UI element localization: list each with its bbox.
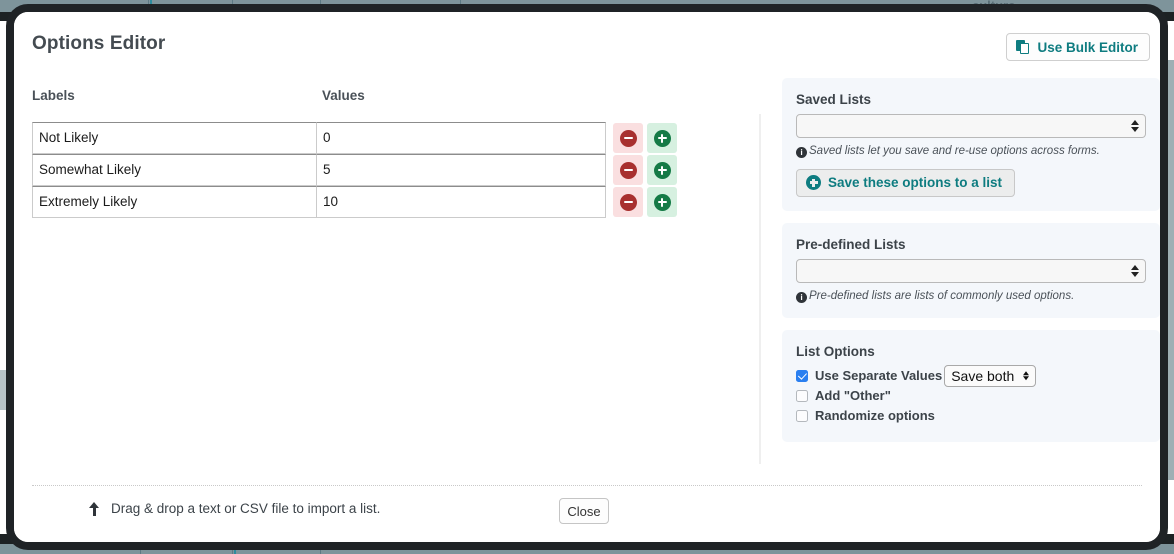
option-value-input[interactable]: 0 — [317, 122, 606, 154]
saved-lists-select[interactable] — [796, 114, 1146, 138]
minus-circle-icon — [619, 129, 637, 147]
save-options-to-list-button[interactable]: Save these options to a list — [796, 168, 1016, 197]
randomize-options-checkbox[interactable] — [796, 409, 808, 422]
use-bulk-editor-button[interactable]: Use Bulk Editor — [1006, 33, 1150, 61]
table-row: Extremely Likely 10 — [32, 186, 677, 218]
add-other-label: Add "Other" — [815, 388, 891, 404]
drag-drop-hint-text: Drag & drop a text or CSV file to import… — [111, 501, 381, 516]
plus-circle-icon — [653, 193, 671, 211]
upload-icon — [89, 501, 100, 516]
footer-divider — [32, 485, 1142, 486]
option-label-input[interactable]: Extremely Likely — [32, 186, 317, 218]
predefined-lists-help-text: Pre-defined lists are lists of commonly … — [809, 289, 1075, 302]
list-options-panel: List Options Use Separate Values Save bo… — [782, 330, 1160, 443]
list-item: Randomize options — [796, 406, 1146, 425]
list-item: Add "Other" — [796, 386, 1146, 405]
table-row: Somewhat Likely 5 — [32, 154, 677, 186]
copy-icon — [1016, 39, 1031, 55]
add-other-checkbox[interactable] — [796, 389, 808, 402]
vertical-divider — [759, 114, 761, 464]
add-option-button[interactable] — [647, 123, 677, 153]
saved-lists-select-wrap — [796, 114, 1146, 138]
modal-body: Options Editor Use Bulk Editor Labels Va… — [14, 12, 1160, 542]
options-rows: Not Likely 0 Somewhat Likely 5 Extremely… — [32, 122, 677, 218]
add-option-button[interactable] — [647, 155, 677, 185]
randomize-options-label: Randomize options — [815, 408, 935, 424]
minus-circle-icon — [619, 161, 637, 179]
save-options-to-list-label: Save these options to a list — [828, 175, 1003, 191]
use-separate-values-label: Use Separate Values — [815, 368, 943, 384]
sidebar: Saved Lists i Saved lists let you save an… — [782, 78, 1160, 454]
predefined-lists-help: i Pre-defined lists are lists of commonly… — [796, 289, 1146, 305]
backdrop-right-edge — [1168, 60, 1174, 480]
option-label-input[interactable]: Not Likely — [32, 122, 317, 154]
list-item: Use Separate Values Save both — [796, 364, 1146, 387]
use-separate-values-checkbox[interactable] — [796, 369, 808, 382]
use-bulk-editor-label: Use Bulk Editor — [1037, 39, 1138, 55]
column-header-labels: Labels — [32, 88, 75, 103]
option-value-input[interactable]: 5 — [317, 154, 606, 186]
info-icon: i — [796, 147, 807, 158]
predefined-lists-select[interactable] — [796, 258, 1146, 283]
saved-lists-title: Saved Lists — [796, 92, 872, 107]
saved-lists-help-text: Saved lists let you save and re-use opti… — [809, 145, 1100, 157]
separate-values-select[interactable]: Save both — [944, 364, 1037, 387]
page-title: Options Editor — [32, 33, 166, 54]
close-button[interactable]: Close — [559, 498, 609, 524]
remove-option-button[interactable] — [613, 187, 643, 217]
remove-option-button[interactable] — [613, 155, 643, 185]
minus-circle-icon — [619, 193, 637, 211]
plus-circle-icon — [806, 175, 821, 191]
info-icon: i — [796, 291, 807, 303]
modal-header: Options Editor Use Bulk Editor — [14, 12, 1160, 72]
list-options-title: List Options — [796, 344, 875, 360]
plus-circle-icon — [653, 129, 671, 147]
separate-values-select-wrap: Save both — [942, 364, 1037, 387]
predefined-lists-select-wrap — [796, 258, 1146, 283]
saved-lists-help: i Saved lists let you save and re-use opt… — [796, 144, 1146, 160]
add-option-button[interactable] — [647, 187, 677, 217]
remove-option-button[interactable] — [613, 123, 643, 153]
option-label-input[interactable]: Somewhat Likely — [32, 154, 317, 186]
option-value-input[interactable]: 10 — [317, 186, 606, 218]
column-header-values: Values — [322, 88, 365, 103]
saved-lists-panel: Saved Lists i Saved lists let you save an… — [782, 78, 1160, 211]
table-row: Not Likely 0 — [32, 122, 677, 154]
drag-drop-hint: Drag & drop a text or CSV file to import… — [89, 501, 380, 516]
options-editor-modal: Options Editor Use Bulk Editor Labels Va… — [6, 4, 1168, 550]
predefined-lists-panel: Pre-defined Lists i Pre-defined lists are… — [782, 222, 1160, 319]
plus-circle-icon — [653, 161, 671, 179]
predefined-lists-title: Pre-defined Lists — [796, 236, 906, 252]
